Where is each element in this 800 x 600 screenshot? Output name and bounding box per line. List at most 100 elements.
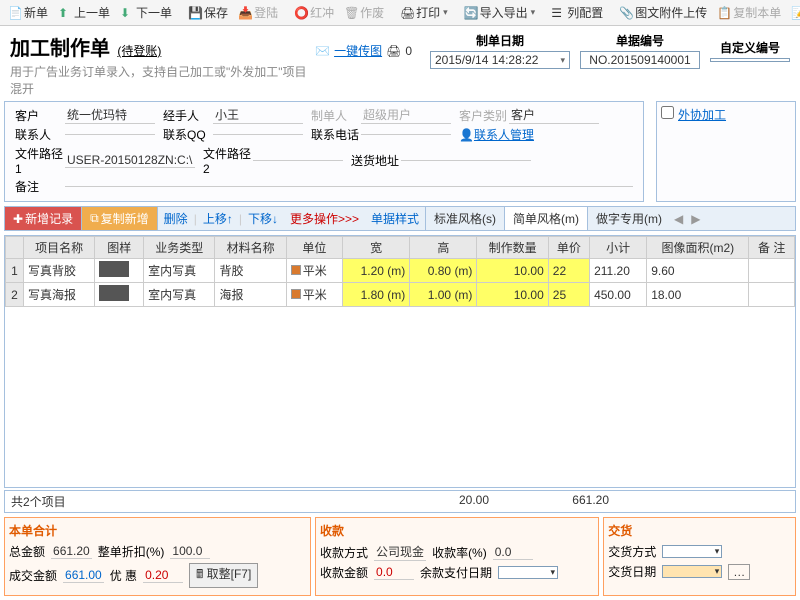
col-img[interactable]: 图样 (95, 237, 144, 259)
table-row[interactable]: 1 写真背胶 室内写真 背胶 平米 1.20 (m) 0.80 (m) 10.0… (6, 259, 795, 283)
invalid-icon: 🗑 (344, 6, 358, 20)
date-input[interactable]: 2015/9/14 14:28:22▾ (430, 51, 570, 69)
paste-img-button[interactable]: 📝粘贴截图 (787, 2, 800, 23)
copy-add-button[interactable]: ⧉复制新增 (82, 207, 158, 230)
thumbnail-icon (99, 285, 129, 301)
prev-order-button[interactable]: ⬆上一单 (54, 2, 114, 23)
import-export-button[interactable]: 🔄导入导出▾ (460, 2, 540, 23)
favor-label: 优 惠 (110, 567, 137, 584)
copy-icon: 📋 (717, 6, 731, 20)
cust-type-field: 客户 (509, 106, 599, 124)
grid-footer: 共2个项目 20.00 661.20 (4, 490, 796, 513)
doc-no-label: 单据编号 (580, 32, 700, 49)
col-subtotal[interactable]: 小计 (590, 237, 647, 259)
invalid-button[interactable]: 🗑作废 (340, 2, 388, 23)
doc-style-button[interactable]: 单据样式 (365, 207, 425, 230)
maker-field: 超级用户 (361, 106, 451, 124)
col-width[interactable]: 宽 (343, 237, 410, 259)
col-btype[interactable]: 业务类型 (144, 237, 215, 259)
calc-button[interactable]: 🖩 取整[F7] (189, 563, 258, 588)
redflash-button[interactable]: ⭕红冲 (290, 2, 338, 23)
path2-field[interactable] (253, 160, 343, 161)
page-title: 加工制作单 (10, 32, 110, 61)
copy-order-button[interactable]: 📋复制本单 (713, 2, 785, 23)
next-order-button[interactable]: ⬇下一单 (116, 2, 176, 23)
grid-header-row: 项目名称 图样 业务类型 材料名称 单位 宽 高 制作数量 单价 小计 图像面积… (6, 237, 795, 259)
customer-field[interactable]: 统一优玛特 (65, 106, 155, 124)
attach-button[interactable]: 📎图文附件上传 (615, 2, 711, 23)
tab-prev-button[interactable]: ◀ (670, 210, 687, 228)
tab-standard[interactable]: 标准风格(s) (425, 207, 504, 230)
contact-field[interactable] (65, 134, 155, 135)
cust-type-label: 客户类别 (459, 107, 509, 124)
deal-amount-label: 成交金额 (9, 567, 57, 584)
one-key-upload-link[interactable]: 一键传图 (334, 42, 382, 59)
col-height[interactable]: 高 (410, 237, 477, 259)
remark-field[interactable] (65, 186, 633, 187)
col-price[interactable]: 单价 (548, 237, 589, 259)
addr-field[interactable] (401, 160, 531, 161)
column-config-button[interactable]: ☰列配置 (547, 2, 607, 23)
addr-label: 送货地址 (351, 152, 401, 169)
more-ops-button[interactable]: 更多操作>>> (284, 207, 365, 230)
phone-label: 联系电话 (311, 126, 361, 143)
collect-rate[interactable]: 0.0 (493, 545, 533, 560)
move-up-button[interactable]: 上移↑ (197, 207, 239, 230)
outsource-checkbox[interactable] (661, 106, 674, 119)
discount-field[interactable]: 100.0 (170, 544, 210, 559)
delivery-method-label: 交货方式 (608, 543, 656, 560)
delivery-method-combo[interactable]: ▾ (662, 545, 722, 558)
custom-no-input[interactable] (710, 58, 790, 62)
move-down-button[interactable]: 下移↓ (242, 207, 284, 230)
chevron-down-icon: ▾ (531, 7, 536, 18)
tab-fixed[interactable]: 做字专用(m) (587, 207, 670, 230)
col-name[interactable]: 项目名称 (24, 237, 95, 259)
footer-count: 共2个项目 (11, 493, 66, 510)
deal-amount[interactable]: 661.00 (63, 568, 104, 583)
chevron-down-icon: ▾ (443, 7, 448, 18)
chevron-down-icon: ▾ (715, 566, 720, 577)
col-unit[interactable]: 单位 (286, 237, 342, 259)
tab-next-button[interactable]: ▶ (687, 210, 704, 228)
print-button[interactable]: 🖨打印▾ (396, 2, 452, 23)
data-grid: 项目名称 图样 业务类型 材料名称 单位 宽 高 制作数量 单价 小计 图像面积… (4, 235, 796, 488)
contact-mgmt-icon: 👤 (459, 128, 474, 142)
col-remark[interactable]: 备 注 (749, 237, 795, 259)
custom-no-label: 自定义编号 (710, 39, 790, 56)
qq-field[interactable] (213, 134, 303, 135)
col-material[interactable]: 材料名称 (215, 237, 286, 259)
delivery-date-combo[interactable]: ▾ (662, 565, 722, 578)
contact-mgmt-link[interactable]: 联系人管理 (474, 126, 534, 143)
login-button[interactable]: 📥登陆 (234, 2, 282, 23)
paydate-combo[interactable]: ▾ (498, 566, 558, 579)
collect-rate-label: 收款率(%) (432, 544, 487, 561)
collect-method[interactable]: 公司现金 (374, 543, 426, 561)
phone-field[interactable] (361, 134, 451, 135)
col-qty[interactable]: 制作数量 (477, 237, 548, 259)
save-button[interactable]: 💾保存 (184, 2, 232, 23)
new-order-button[interactable]: 📄新单 (4, 2, 52, 23)
doc-no-input[interactable]: NO.201509140001 (580, 51, 700, 69)
column-icon: ☰ (551, 6, 565, 20)
tab-simple[interactable]: 简单风格(m) (504, 207, 587, 230)
col-num[interactable] (6, 237, 24, 259)
ellipsis-button[interactable]: … (728, 564, 750, 580)
table-row[interactable]: 2 写真海报 室内写真 海报 平米 1.80 (m) 1.00 (m) 10.0… (6, 283, 795, 307)
path1-field[interactable]: USER-20150128ZN:C:\ (65, 153, 195, 168)
paste-icon: 📝 (791, 6, 800, 20)
login-icon: 📥 (238, 6, 252, 20)
attach-icon: 📎 (619, 6, 633, 20)
delivery-panel-title: 交货 (608, 522, 791, 539)
path1-label: 文件路径1 (15, 145, 65, 176)
customer-label: 客户 (15, 107, 65, 124)
collect-amount[interactable]: 0.0 (374, 565, 414, 580)
printer-icon: 🖨 (386, 44, 401, 58)
handler-field[interactable]: 小王 (213, 106, 303, 124)
add-record-button[interactable]: ✚新增记录 (5, 207, 82, 230)
chevron-down-icon: ▾ (551, 567, 556, 578)
remark-label: 备注 (15, 178, 65, 195)
delete-button[interactable]: 删除 (158, 207, 194, 230)
title-status[interactable]: (待登账) (117, 44, 161, 58)
col-area[interactable]: 图像面积(m2) (647, 237, 749, 259)
outsource-checkbox-label[interactable]: 外协加工 (661, 108, 726, 122)
